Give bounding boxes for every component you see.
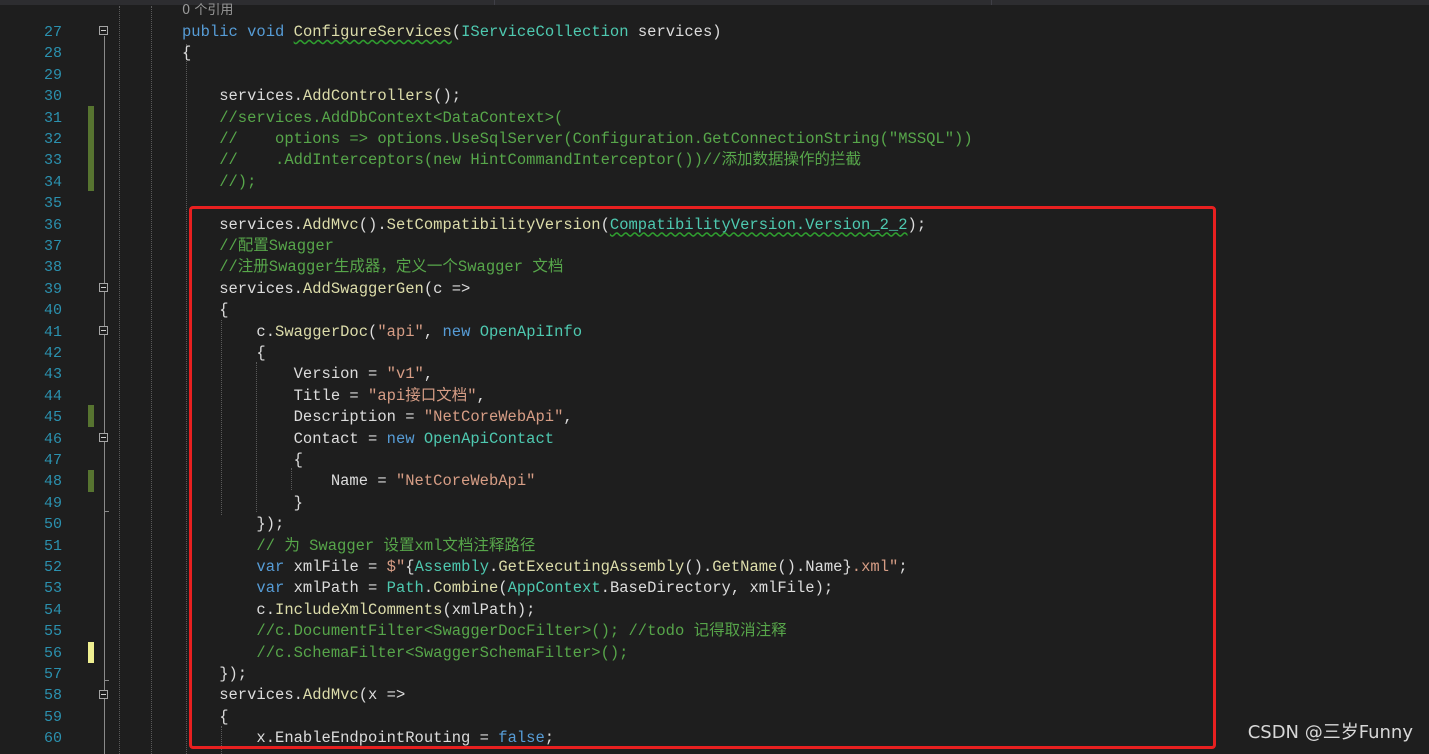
line-number: 32 (43, 131, 62, 148)
line-number: 43 (43, 366, 62, 384)
line-number: 58 (43, 687, 62, 705)
line-number: 49 (43, 494, 62, 512)
line-number: 52 (43, 559, 62, 576)
line-number: 39 (43, 280, 62, 298)
line-number: 51 (43, 537, 62, 555)
code-token: IServiceCollection (461, 23, 629, 41)
code-token: ( (451, 23, 462, 41)
line-number: 33 (43, 152, 62, 170)
line-number: 34 (43, 173, 62, 191)
line-number: 37 (43, 238, 62, 255)
code-token: //); (182, 172, 257, 191)
line-number: 35 (43, 195, 62, 213)
line-number: 54 (43, 601, 62, 619)
line-number: 56 (43, 644, 62, 662)
line-number: 46 (43, 430, 62, 448)
code-token: (); (433, 87, 462, 106)
line-number: 27 (43, 24, 62, 41)
line-number: 47 (43, 452, 62, 469)
annotation-highlight-box (189, 206, 1216, 749)
code-line[interactable]: 30 services.AddControllers(); (0, 86, 1429, 107)
code-token: services) (628, 23, 722, 41)
code-token: //services.AddDbContext<DataContext>( (182, 108, 564, 127)
line-number: 59 (43, 708, 62, 726)
line-number: 48 (43, 473, 62, 491)
code-line[interactable]: 27 public void ConfigureServices(IService… (0, 22, 1429, 43)
code-text[interactable]: //services.AddDbContext<DataContext>( (182, 108, 563, 129)
code-line[interactable]: 32 // options => options.UseSqlServer(Co… (0, 129, 1429, 150)
line-number: 42 (43, 345, 62, 362)
line-number: 40 (43, 302, 62, 320)
code-text[interactable]: public void ConfigureServices(IServiceCo… (182, 22, 722, 43)
line-number: 36 (43, 216, 62, 234)
line-number: 60 (43, 730, 62, 748)
code-text[interactable]: // .AddInterceptors(new HintCommandInter… (182, 150, 861, 171)
code-token: void (247, 23, 285, 41)
reference-count-codelens[interactable]: 0 个引用 (182, 3, 233, 19)
code-token: services. (182, 87, 303, 106)
line-number: 41 (43, 323, 62, 341)
code-token: // options => options.UseSqlServer(Confi… (182, 130, 973, 148)
code-line[interactable]: 28 { (0, 43, 1429, 64)
line-number: 30 (43, 88, 62, 106)
line-number: 44 (43, 387, 62, 405)
line-number: 29 (43, 66, 62, 84)
code-line[interactable]: 31 //services.AddDbContext<DataContext>( (0, 108, 1429, 129)
code-editor[interactable]: 0 个引用 27 public void ConfigureServices(IS… (0, 0, 1429, 754)
code-token: { (182, 44, 192, 63)
code-token: // .AddInterceptors(new HintCommandInter… (182, 151, 861, 170)
line-number: 28 (43, 45, 62, 63)
code-line[interactable]: 29 (0, 65, 1429, 86)
line-number: 50 (43, 516, 62, 534)
line-number: 55 (43, 623, 62, 641)
code-line[interactable]: 34 //); (0, 172, 1429, 193)
line-number: 45 (43, 409, 62, 427)
line-number: 38 (43, 259, 62, 277)
line-number: 57 (43, 666, 62, 683)
code-line[interactable]: 33 // .AddInterceptors(new HintCommandIn… (0, 150, 1429, 171)
csdn-watermark: CSDN @三岁Funny (1247, 722, 1413, 743)
code-text[interactable]: // options => options.UseSqlServer(Confi… (182, 129, 973, 150)
line-number: 53 (43, 580, 62, 598)
line-number: 31 (43, 109, 62, 127)
code-token: AddControllers (302, 87, 434, 106)
code-token: ConfigureServices (293, 23, 452, 41)
code-text[interactable]: services.AddControllers(); (182, 86, 461, 107)
code-text[interactable]: { (182, 43, 191, 64)
code-text[interactable]: //); (182, 172, 256, 193)
code-token: public (182, 23, 238, 41)
